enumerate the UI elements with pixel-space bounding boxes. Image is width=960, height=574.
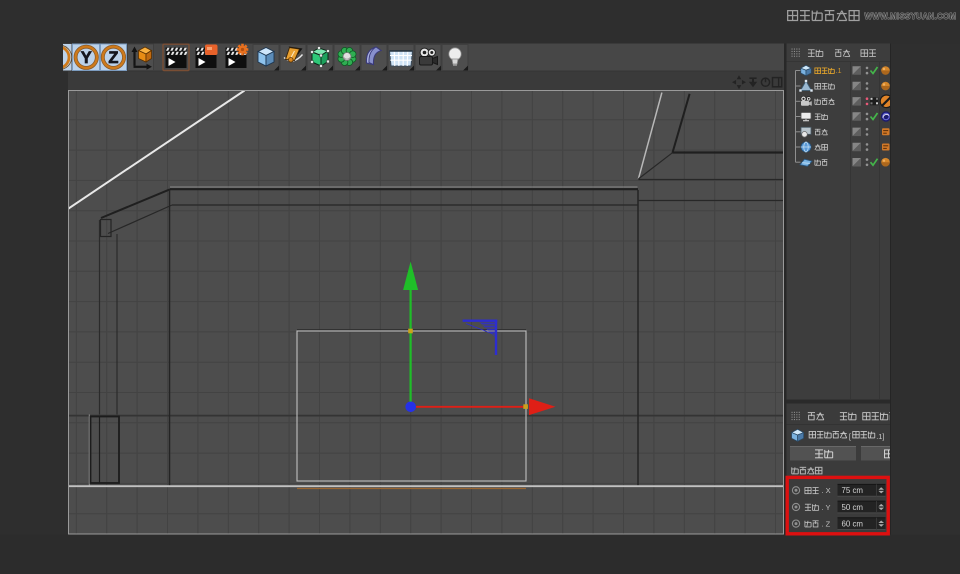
svg-text:. Z: . Z <box>822 519 831 528</box>
svg-text:. Y: . Y <box>822 503 831 512</box>
svg-text:50 cm: 50 cm <box>842 503 864 512</box>
svg-text:75 cm: 75 cm <box>842 486 864 495</box>
svg-text:. X: . X <box>822 486 831 495</box>
svg-text:Z: Z <box>108 49 118 67</box>
svg-text:[: [ <box>849 432 851 441</box>
svg-text:.1: .1 <box>836 68 842 75</box>
svg-text:WWW.MISSYUAN.COM: WWW.MISSYUAN.COM <box>865 12 957 21</box>
svg-text:Y: Y <box>81 49 92 67</box>
svg-text:.1]: .1] <box>876 432 884 441</box>
svg-text:60 cm: 60 cm <box>842 520 864 529</box>
